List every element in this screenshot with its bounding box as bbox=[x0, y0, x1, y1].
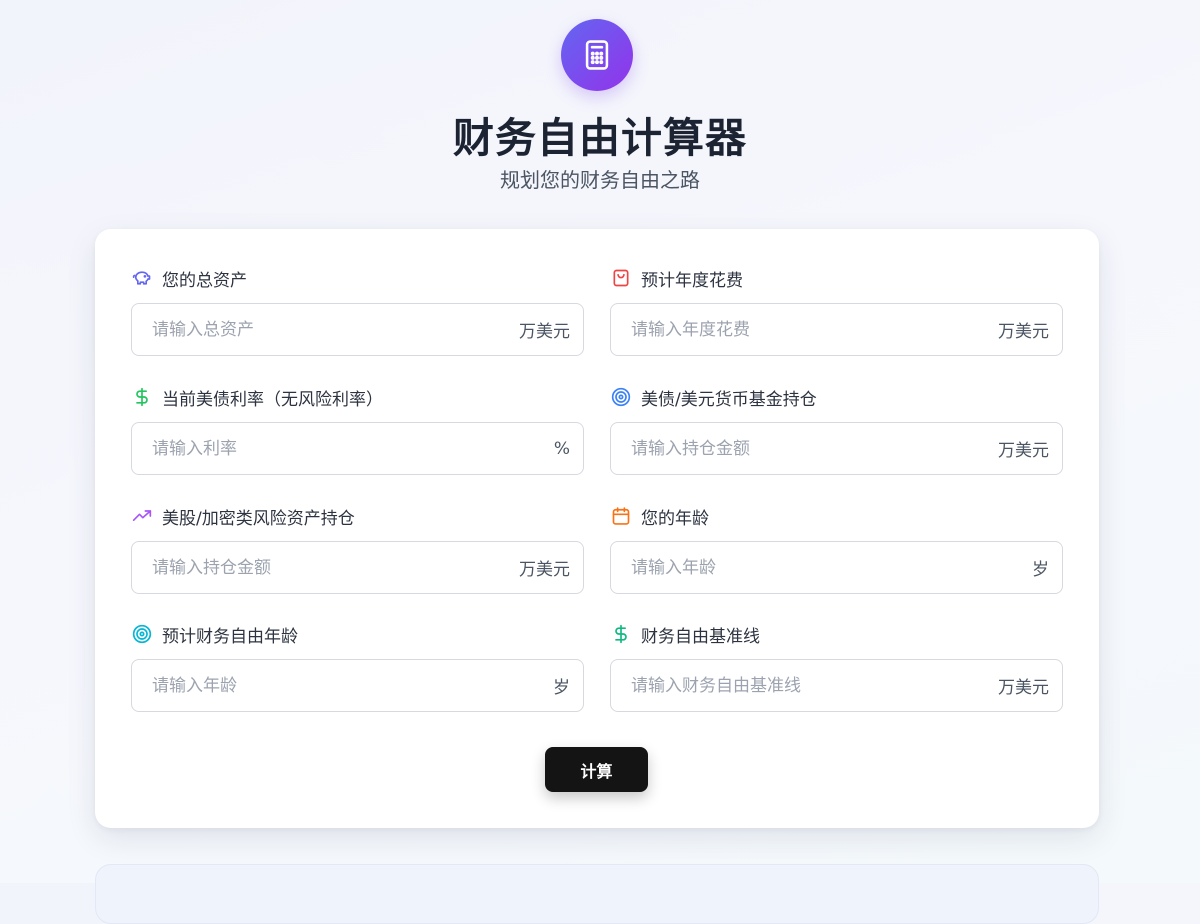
calculator-icon bbox=[585, 40, 609, 70]
field-target-age: 预计财务自由年龄 岁 bbox=[131, 622, 584, 712]
treasury-holdings-input-box[interactable]: 万美元 bbox=[610, 422, 1063, 475]
target-age-input[interactable] bbox=[150, 674, 545, 697]
field-treasury-rate: 当前美债利率（无风险利率） % bbox=[131, 385, 584, 475]
page-subtitle: 规划您的财务自由之路 bbox=[500, 168, 700, 192]
unit-label: 岁 bbox=[553, 678, 570, 698]
result-card bbox=[95, 864, 1099, 924]
field-label: 美债/美元货币基金持仓 bbox=[641, 389, 817, 410]
field-label: 美股/加密类风险资产持仓 bbox=[162, 508, 355, 529]
risk-assets-input[interactable] bbox=[150, 556, 511, 579]
target-icon bbox=[131, 623, 153, 645]
unit-label: 岁 bbox=[1032, 560, 1049, 580]
field-label-row: 财务自由基准线 bbox=[610, 622, 1063, 647]
calendar-icon bbox=[610, 505, 632, 527]
field-risk-assets: 美股/加密类风险资产持仓 万美元 bbox=[131, 504, 584, 594]
field-label: 当前美债利率（无风险利率） bbox=[162, 389, 383, 410]
field-label-row: 您的总资产 bbox=[131, 266, 584, 291]
target-icon bbox=[610, 386, 632, 408]
calculate-button[interactable]: 计算 bbox=[545, 747, 648, 792]
total-assets-input-box[interactable]: 万美元 bbox=[131, 303, 584, 356]
field-label: 预计年度花费 bbox=[641, 270, 743, 291]
freedom-baseline-input-box[interactable]: 万美元 bbox=[610, 659, 1063, 712]
field-current-age: 您的年龄 岁 bbox=[610, 504, 1063, 594]
trending-up-icon bbox=[131, 505, 153, 527]
field-label: 财务自由基准线 bbox=[641, 626, 760, 647]
treasury-holdings-input[interactable] bbox=[629, 437, 990, 460]
freedom-baseline-input[interactable] bbox=[629, 674, 990, 697]
unit-label: 万美元 bbox=[998, 678, 1049, 698]
field-label: 您的总资产 bbox=[162, 270, 247, 291]
field-label-row: 美股/加密类风险资产持仓 bbox=[131, 504, 584, 529]
field-label-row: 您的年龄 bbox=[610, 504, 1063, 529]
page-title: 财务自由计算器 bbox=[453, 114, 747, 162]
unit-label: 万美元 bbox=[998, 441, 1049, 461]
dollar-icon bbox=[610, 623, 632, 645]
unit-label: % bbox=[553, 438, 570, 459]
current-age-input-box[interactable]: 岁 bbox=[610, 541, 1063, 594]
app-logo bbox=[561, 19, 633, 91]
total-assets-input[interactable] bbox=[150, 318, 511, 341]
field-label-row: 当前美债利率（无风险利率） bbox=[131, 385, 584, 410]
treasury-rate-input-box[interactable]: % bbox=[131, 422, 584, 475]
unit-label: 万美元 bbox=[519, 322, 570, 342]
field-label-row: 预计财务自由年龄 bbox=[131, 622, 584, 647]
field-total-assets: 您的总资产 万美元 bbox=[131, 266, 584, 356]
dollar-icon bbox=[131, 386, 153, 408]
target-age-input-box[interactable]: 岁 bbox=[131, 659, 584, 712]
field-freedom-baseline: 财务自由基准线 万美元 bbox=[610, 622, 1063, 712]
risk-assets-input-box[interactable]: 万美元 bbox=[131, 541, 584, 594]
calculator-form-card: 您的总资产 万美元 预计年度花费 万美元 bbox=[95, 229, 1099, 828]
current-age-input[interactable] bbox=[629, 556, 1024, 579]
piggy-bank-icon bbox=[131, 267, 153, 289]
field-treasury-holdings: 美债/美元货币基金持仓 万美元 bbox=[610, 385, 1063, 475]
annual-spending-input[interactable] bbox=[629, 318, 990, 341]
unit-label: 万美元 bbox=[998, 322, 1049, 342]
field-label: 预计财务自由年龄 bbox=[162, 626, 298, 647]
field-label-row: 预计年度花费 bbox=[610, 266, 1063, 291]
annual-spending-input-box[interactable]: 万美元 bbox=[610, 303, 1063, 356]
field-label-row: 美债/美元货币基金持仓 bbox=[610, 385, 1063, 410]
field-annual-spending: 预计年度花费 万美元 bbox=[610, 266, 1063, 356]
field-label: 您的年龄 bbox=[641, 508, 709, 529]
shopping-bag-icon bbox=[610, 267, 632, 289]
unit-label: 万美元 bbox=[519, 560, 570, 580]
treasury-rate-input[interactable] bbox=[150, 437, 546, 460]
